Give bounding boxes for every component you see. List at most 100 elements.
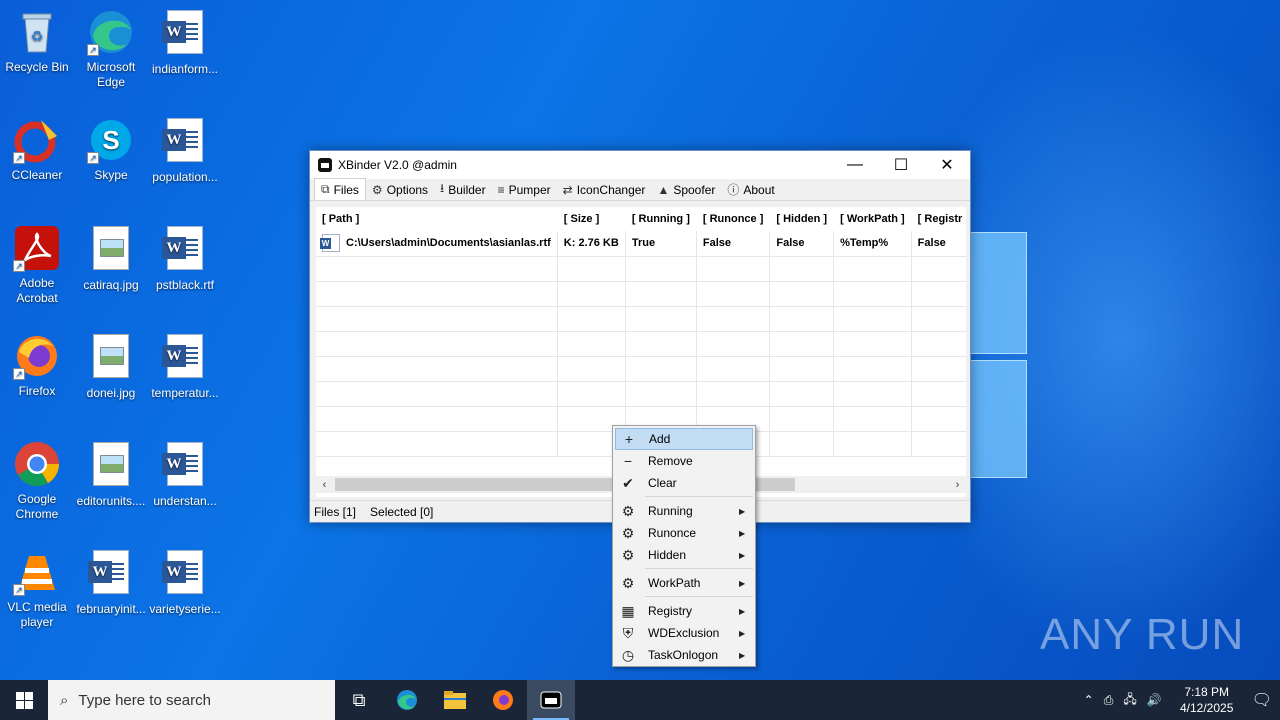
desktop-icon-adobe-acrobat[interactable]: ↗ Adobe Acrobat	[0, 224, 74, 306]
word-doc-icon: W	[161, 118, 209, 166]
vlc-icon: ↗	[13, 548, 61, 596]
column-header-running[interactable]: [ Running ]	[625, 207, 697, 231]
table-row[interactable]: C:\Users\admin\Documents\asianlas.rtf K:…	[316, 231, 966, 257]
menu-item-remove[interactable]: − Remove	[615, 450, 753, 472]
xbinder-app-icon	[540, 691, 562, 709]
taskbar-file-explorer[interactable]	[431, 680, 479, 720]
word-doc-icon	[320, 234, 340, 253]
desktop-icon-catiraq[interactable]: catiraq.jpg	[74, 224, 148, 293]
clock-time: 7:18 PM	[1184, 685, 1230, 699]
desktop-icon-recycle-bin[interactable]: ♻ Recycle Bin	[0, 8, 74, 75]
desktop-icon-label: Firefox	[18, 384, 56, 398]
desktop-icon-understan[interactable]: W understan...	[148, 440, 222, 509]
maximize-button[interactable]: ☐	[878, 151, 924, 179]
desktop-icon-ccleaner[interactable]: ↗ CCleaner	[0, 116, 74, 183]
tab-builder[interactable]: ⭳ Builder	[434, 179, 492, 200]
submenu-arrow-icon: ▶	[739, 628, 746, 638]
taskbar-clock[interactable]: 7:18 PM 4/12/2025	[1172, 684, 1242, 716]
tab-strip: ⧉ Files ⚙ Options ⭳ Builder ≡ Pumper ⇄ I…	[310, 178, 970, 201]
menu-item-running[interactable]: ⚙ Running ▶	[615, 500, 753, 522]
desktop-icon-temperatur[interactable]: W temperatur...	[148, 332, 222, 401]
taskbar-xbinder[interactable]	[527, 680, 575, 720]
column-header-runonce[interactable]: [ Runonce ]	[696, 207, 771, 231]
desktop-icon-label: Google Chrome	[15, 492, 59, 521]
desktop-icon-label: temperatur...	[151, 386, 219, 400]
folder-icon	[444, 691, 466, 709]
scroll-right-icon[interactable]: ›	[949, 479, 966, 491]
desktop-icon-editorunits[interactable]: editorunits....	[74, 440, 148, 509]
title-bar[interactable]: XBinder V2.0 @admin — ☐ ✕	[310, 151, 970, 179]
pump-icon: ≡	[497, 182, 505, 197]
taskbar-search-box[interactable]: ⌕ Type here to search	[48, 680, 335, 720]
gear-icon: ⚙	[621, 546, 635, 563]
tab-label: Builder	[448, 182, 486, 197]
edge-icon: ↗	[87, 8, 135, 56]
app-icon	[318, 158, 332, 172]
menu-item-hidden[interactable]: ⚙ Hidden ▶	[615, 544, 753, 566]
desktop-icon-skype[interactable]: S ↗ Skype	[74, 116, 148, 183]
desktop-icon-label: catiraq.jpg	[83, 278, 139, 292]
tab-options[interactable]: ⚙ Options	[366, 179, 434, 200]
menu-item-clear[interactable]: ✔ Clear	[615, 472, 753, 494]
window-title: XBinder V2.0 @admin	[338, 158, 457, 172]
tab-iconchanger[interactable]: ⇄ IconChanger	[557, 179, 652, 200]
chrome-icon	[13, 440, 61, 488]
desktop-icon-vlc[interactable]: ↗ VLC media player	[0, 548, 74, 630]
menu-item-registry[interactable]: ▦ Registry ▶	[615, 600, 753, 622]
menu-item-add[interactable]: + Add	[615, 428, 753, 450]
empty-row	[316, 281, 966, 307]
desktop-icon-population[interactable]: W population...	[148, 116, 222, 185]
desktop-icon-google-chrome[interactable]: Google Chrome	[0, 440, 74, 522]
close-button[interactable]: ✕	[924, 151, 970, 179]
submenu-arrow-icon: ▶	[739, 506, 746, 516]
anyrun-watermark: ANY RUN	[1040, 610, 1245, 659]
menu-item-runonce[interactable]: ⚙ Runonce ▶	[615, 522, 753, 544]
info-icon: ⓘ	[727, 183, 740, 197]
desktop-icon-donei[interactable]: donei.jpg	[74, 332, 148, 401]
tab-spoofer[interactable]: ▲ Spoofer	[651, 179, 721, 200]
tab-pumper[interactable]: ≡ Pumper	[492, 179, 557, 200]
desktop-icon-pstblack[interactable]: W pstblack.rtf	[148, 224, 222, 293]
acrobat-icon: ↗	[13, 224, 61, 272]
tab-about[interactable]: ⓘ About	[721, 179, 780, 200]
desktop-icon-varietyserie[interactable]: W varietyserie...	[148, 548, 222, 617]
broom-icon: ✔	[622, 474, 634, 491]
column-header-registry[interactable]: [ Registr	[911, 207, 966, 231]
cell-registry: False	[911, 231, 966, 257]
firefox-icon	[493, 690, 513, 710]
menu-item-taskonlogon[interactable]: ◷ TaskOnlogon ▶	[615, 644, 753, 666]
start-button[interactable]	[0, 680, 48, 720]
scroll-left-icon[interactable]: ‹	[316, 479, 333, 491]
desktop-icon-label: indianform...	[151, 62, 219, 76]
plus-icon: +	[624, 431, 634, 447]
column-header-hidden[interactable]: [ Hidden ]	[769, 207, 835, 231]
volume-icon[interactable]: 🔊	[1147, 693, 1162, 707]
notification-icon[interactable]: 🗨	[1252, 690, 1272, 710]
menu-item-wdexclusion[interactable]: ⛨ WDExclusion ▶	[615, 622, 753, 644]
network-icon[interactable]: 🖧	[1123, 690, 1136, 711]
menu-item-workpath[interactable]: ⚙ WorkPath ▶	[615, 572, 753, 594]
column-header-workpath[interactable]: [ WorkPath ]	[833, 207, 912, 231]
taskbar-firefox[interactable]	[479, 680, 527, 720]
image-file-icon	[87, 442, 135, 490]
meet-now-icon[interactable]: ⎙	[1104, 693, 1114, 708]
chevron-up-icon[interactable]: ⌃	[1084, 693, 1094, 707]
taskbar-edge[interactable]	[383, 680, 431, 720]
task-view-button[interactable]: ⧉	[335, 680, 383, 720]
swap-icon: ⇄	[562, 182, 573, 197]
desktop-icon-februaryinit[interactable]: W februaryinit...	[74, 548, 148, 617]
empty-row	[316, 306, 966, 332]
column-header-size[interactable]: [ Size ]	[557, 207, 626, 231]
status-files-count: Files [1]	[314, 504, 357, 519]
word-doc-icon: W	[161, 550, 209, 598]
desktop-icon-indianform[interactable]: W indianform...	[148, 8, 222, 77]
desktop-icon-microsoft-edge[interactable]: ↗ Microsoft Edge	[74, 8, 148, 90]
cell-runonce: False	[696, 231, 771, 257]
tab-files[interactable]: ⧉ Files	[314, 178, 366, 200]
minimize-button[interactable]: —	[832, 151, 878, 179]
desktop-icon-firefox[interactable]: ↗ Firefox	[0, 332, 74, 399]
column-header-path[interactable]: [ Path ]	[316, 207, 558, 231]
desktop-icon-label: varietyserie...	[149, 602, 221, 616]
download-icon: ⭳	[440, 181, 445, 195]
windows-logo-icon	[15, 691, 33, 709]
